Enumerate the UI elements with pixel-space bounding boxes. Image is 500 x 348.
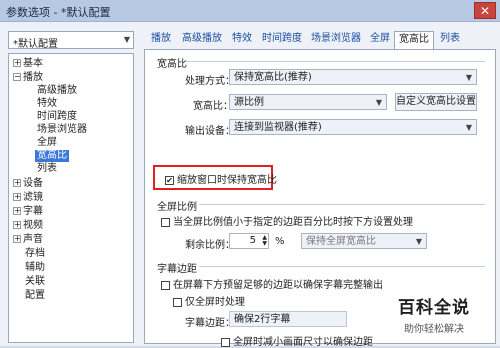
percent-label: % xyxy=(275,236,285,247)
expand-icon[interactable]: + xyxy=(13,207,21,215)
tree-item-advanced-playback[interactable]: 高级播放 xyxy=(37,85,77,97)
tab-playback[interactable]: 播放 xyxy=(146,31,176,49)
tree-item-basic[interactable]: + 基本 xyxy=(13,58,43,70)
method-select[interactable]: 保持宽高比(推荐) ▼ xyxy=(229,69,477,85)
reserve-margin-label: 在屏幕下方预留足够的边距以确保字幕完整输出 xyxy=(173,280,383,291)
title-bar: 参数选项 - *默认配置 ✕ xyxy=(0,0,500,22)
checkbox-icon xyxy=(161,217,170,227)
tab-aspect-ratio[interactable]: 宽高比 xyxy=(394,31,434,49)
watermark-subtitle: 助你轻松解决 xyxy=(404,324,464,335)
tab-timespan[interactable]: 时间跨度 xyxy=(258,31,306,49)
tree-item-playback[interactable]: − 播放 xyxy=(13,72,43,84)
tree-item-subtitle[interactable]: + 字幕 xyxy=(13,206,43,218)
margin-field[interactable]: 确保2行字幕 xyxy=(229,311,347,327)
ratio-select-value: 源比例 xyxy=(234,97,264,108)
remain-spinner[interactable]: 5 ▲ ▼ xyxy=(229,233,269,249)
tree-item-effects[interactable]: 特效 xyxy=(37,98,57,110)
checkbox-icon xyxy=(173,297,182,307)
reduce-size-label: 全屏时减小画面尺寸以确保边距 xyxy=(233,337,373,348)
chevron-down-icon: ▼ xyxy=(465,123,472,132)
keep-ratio-label: 缩放窗口时保持宽高比 xyxy=(177,175,277,186)
expand-icon[interactable]: + xyxy=(13,193,21,201)
checkbox-icon xyxy=(161,280,170,290)
tab-scene-browser[interactable]: 场景浏览器 xyxy=(308,31,364,49)
spin-arrows-icon[interactable]: ▲ ▼ xyxy=(262,235,267,247)
tree-item-filter[interactable]: + 滤镜 xyxy=(13,192,43,204)
aspect-ratio-panel: 宽高比 处理方式： 保持宽高比(推荐) ▼ 宽高比： 源比例 ▼ 自定义宽高比设… xyxy=(144,49,496,348)
tree-item-association[interactable]: 关联 xyxy=(25,276,45,288)
custom-ratio-button[interactable]: 自定义宽高比设置 xyxy=(395,93,477,111)
fullscreen-only-label: 仅全屏时处理 xyxy=(185,297,245,308)
watermark-title: 百科全说 xyxy=(398,298,470,318)
divider xyxy=(199,266,485,267)
tree-item-scene-browser[interactable]: 场景浏览器 xyxy=(37,124,87,136)
tree-item-assist[interactable]: 辅助 xyxy=(25,262,45,274)
remain-label: 剩余比例： xyxy=(185,240,235,251)
ratio-select[interactable]: 源比例 ▼ xyxy=(229,94,387,110)
chevron-down-icon: ▼ xyxy=(465,73,472,82)
ratio-label: 宽高比： xyxy=(193,101,233,112)
margin-label: 字幕边距： xyxy=(185,318,235,329)
condition-checkbox[interactable]: 当全屏比例值小于指定的边距百分比时按下方设置处理 xyxy=(161,213,413,228)
checkbox-checked-icon: ✔ xyxy=(165,175,174,185)
tab-fullscreen[interactable]: 全屏 xyxy=(366,31,394,49)
expand-icon[interactable]: + xyxy=(13,235,21,243)
tree-item-archive[interactable]: 存档 xyxy=(25,248,45,260)
expand-icon[interactable]: + xyxy=(13,179,21,187)
remain-mode-select[interactable]: 保持全屏宽高比 ▼ xyxy=(301,233,427,249)
expand-icon[interactable]: + xyxy=(13,59,21,67)
tree-item-aspect-ratio[interactable]: 宽高比 xyxy=(35,150,69,162)
method-select-value: 保持宽高比(推荐) xyxy=(234,72,312,83)
fullscreen-only-checkbox[interactable]: 仅全屏时处理 xyxy=(173,293,245,308)
tab-playlist[interactable]: 列表 xyxy=(436,31,464,49)
window-title: 参数选项 - *默认配置 xyxy=(6,6,111,19)
keep-ratio-checkbox[interactable]: ✔ 缩放窗口时保持宽高比 xyxy=(165,171,277,186)
chevron-down-icon: ▼ xyxy=(123,35,130,44)
fullscreen-group-title: 全屏比例 xyxy=(157,202,197,213)
tab-advanced-playback[interactable]: 高级播放 xyxy=(178,31,226,49)
expand-icon[interactable]: + xyxy=(13,221,21,229)
reserve-margin-checkbox[interactable]: 在屏幕下方预留足够的边距以确保字幕完整输出 xyxy=(161,276,383,291)
method-label: 处理方式： xyxy=(185,76,235,87)
chevron-down-icon: ▼ xyxy=(415,237,422,246)
tree-item-config[interactable]: 配置 xyxy=(25,290,45,302)
tree-item-device[interactable]: + 设备 xyxy=(13,178,43,190)
remain-mode-value: 保持全屏宽高比 xyxy=(306,236,376,247)
close-button[interactable]: ✕ xyxy=(474,2,496,19)
tree-item-playlist[interactable]: 列表 xyxy=(37,163,57,175)
condition-label: 当全屏比例值小于指定的边距百分比时按下方设置处理 xyxy=(173,217,413,228)
output-label: 输出设备： xyxy=(185,126,235,137)
checkbox-icon xyxy=(221,337,230,347)
dialog-body: *默认配置 ▼ + 基本 − 播放 高级播放 特效 时间跨度 场景浏览器 全屏 宽高… xyxy=(0,22,500,348)
profile-select-value: *默认配置 xyxy=(13,39,58,50)
watermark: 百科全说 助你轻松解决 xyxy=(379,293,489,335)
subtitle-group-title: 字幕边距 xyxy=(157,264,197,275)
divider xyxy=(185,61,485,62)
aspect-group-title: 宽高比 xyxy=(157,59,187,70)
tab-bar: 播放 高级播放 特效 时间跨度 场景浏览器 全屏 宽高比 列表 xyxy=(144,31,500,49)
output-select[interactable]: 连接到监视器(推荐) ▼ xyxy=(229,119,477,135)
chevron-down-icon: ▼ xyxy=(375,98,382,107)
tab-effects[interactable]: 特效 xyxy=(228,31,256,49)
remain-value: 5 xyxy=(249,235,256,246)
tree-item-timespan[interactable]: 时间跨度 xyxy=(37,111,77,123)
tree-item-fullscreen[interactable]: 全屏 xyxy=(37,137,57,149)
tree-item-audio[interactable]: + 声音 xyxy=(13,234,43,246)
divider xyxy=(199,204,485,205)
collapse-icon[interactable]: − xyxy=(13,73,21,81)
profile-select[interactable]: *默认配置 ▼ xyxy=(8,31,134,50)
tree-item-video[interactable]: + 视频 xyxy=(13,220,43,232)
settings-tree: + 基本 − 播放 高级播放 特效 时间跨度 场景浏览器 全屏 宽高比 列表 + 设备… xyxy=(8,53,134,343)
output-select-value: 连接到监视器(推荐) xyxy=(234,122,322,133)
